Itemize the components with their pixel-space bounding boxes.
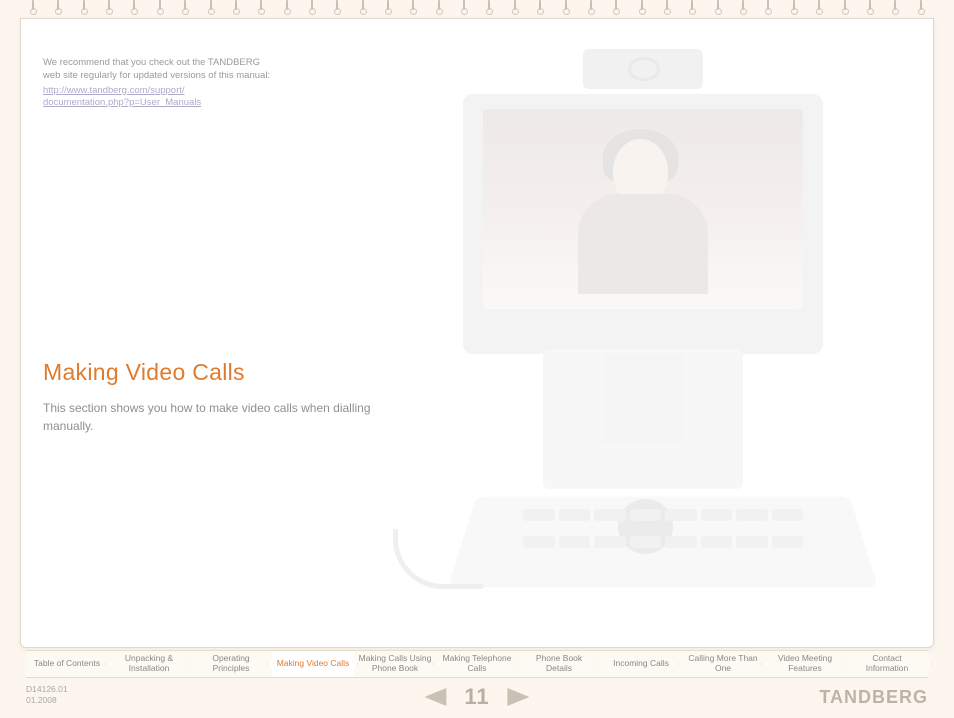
recommend-link[interactable]: http://www.tandberg.com/support/ documen…	[43, 85, 273, 111]
section-description: This section shows you how to make video…	[43, 399, 403, 435]
nav-tab[interactable]: Contact Information	[846, 650, 928, 678]
page-content-area: We recommend that you check out the TAND…	[20, 18, 934, 648]
nav-tab-label: Making Telephone Calls	[440, 654, 514, 674]
nav-tab[interactable]: Phone Book Details	[518, 650, 600, 678]
spiral-binding	[20, 0, 934, 20]
nav-tab-label: Incoming Calls	[613, 659, 669, 669]
recommend-text: We recommend that you check out the TAND…	[43, 57, 270, 81]
recommend-link-line2: documentation.php?p=User_Manuals	[43, 97, 201, 108]
nav-tab-label: Phone Book Details	[522, 654, 596, 674]
docnum-line2: 01.2008	[26, 695, 57, 705]
brand-logo: TANDBERG	[819, 687, 928, 708]
nav-tab-label: Operating Principles	[194, 654, 268, 674]
nav-tab[interactable]: Incoming Calls	[600, 650, 682, 678]
section-title: Making Video Calls	[43, 359, 245, 386]
nav-tab[interactable]: Calling More Than One	[682, 650, 764, 678]
nav-tab-label: Contact Information	[850, 654, 924, 674]
nav-tab[interactable]: Making Video Calls	[272, 650, 354, 678]
prev-page-arrow-icon[interactable]	[424, 688, 446, 706]
nav-tab[interactable]: Unpacking & Installation	[108, 650, 190, 678]
nav-tab[interactable]: Operating Principles	[190, 650, 272, 678]
nav-tab[interactable]: Making Telephone Calls	[436, 650, 518, 678]
nav-tab-label: Unpacking & Installation	[112, 654, 186, 674]
nav-tab-label: Table of Contents	[34, 659, 100, 669]
page-controls: 11	[424, 684, 529, 710]
nav-tab-label: Making Video Calls	[277, 659, 350, 669]
nav-tab-label: Making Calls Using Phone Book	[358, 654, 432, 674]
nav-tab[interactable]: Making Calls Using Phone Book	[354, 650, 436, 678]
document-number: D14126.01 01.2008	[26, 684, 68, 706]
device-illustration	[403, 49, 903, 609]
recommend-link-line1: http://www.tandberg.com/support/	[43, 85, 185, 96]
nav-tab[interactable]: Table of Contents	[26, 650, 108, 678]
docnum-line1: D14126.01	[26, 684, 68, 694]
next-page-arrow-icon[interactable]	[508, 688, 530, 706]
recommend-block: We recommend that you check out the TAND…	[43, 57, 273, 110]
nav-tab-label: Calling More Than One	[686, 654, 760, 674]
nav-tab[interactable]: Video Meeting Features	[764, 650, 846, 678]
section-nav: Table of Contents Unpacking & Installatio…	[26, 650, 928, 678]
nav-tab-label: Video Meeting Features	[768, 654, 842, 674]
page-number: 11	[464, 684, 489, 710]
